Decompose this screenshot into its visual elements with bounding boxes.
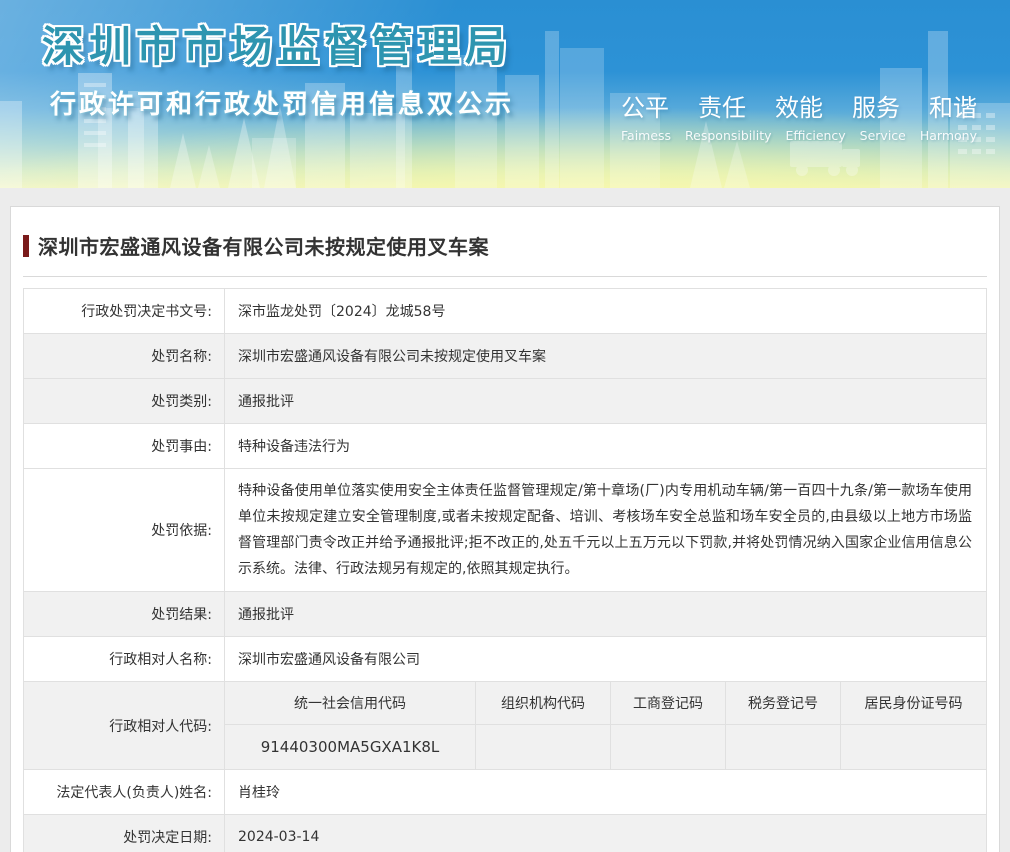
- table-row-party-codes: 行政相对人代码: 统一社会信用代码 91440300MA5GXA1K8L 组织机…: [24, 682, 986, 770]
- slogan-block: 公平 责任 效能 服务 和谐 Faimess Responsibility Ef…: [621, 88, 977, 143]
- field-value: 深圳市宏盛通风设备有限公司未按规定使用叉车案: [225, 334, 986, 378]
- site-subtitle: 行政许可和行政处罚信用信息双公示: [50, 84, 514, 121]
- slogan-word: 责任: [698, 88, 746, 123]
- table-row-penalty-basis: 处罚依据: 特种设备使用单位落实使用安全主体责任监督管理规定/第十章场(厂)内专…: [24, 469, 986, 592]
- table-row-decision-number: 行政处罚决定书文号: 深市监龙处罚〔2024〕龙城58号: [24, 289, 986, 334]
- code-header: 统一社会信用代码: [225, 682, 475, 725]
- table-row-penalty-reason: 处罚事由: 特种设备违法行为: [24, 424, 986, 469]
- code-value: 91440300MA5GXA1K8L: [225, 725, 475, 769]
- field-label: 行政相对人代码:: [24, 682, 225, 769]
- table-row-decision-date: 处罚决定日期: 2024-03-14: [24, 815, 986, 852]
- field-label: 处罚依据:: [24, 469, 225, 591]
- table-row-penalty-name: 处罚名称: 深圳市宏盛通风设备有限公司未按规定使用叉车案: [24, 334, 986, 379]
- site-banner: 深圳市市场监督管理局 行政许可和行政处罚信用信息双公示 公平 责任 效能 服务 …: [0, 0, 1010, 188]
- field-label: 处罚结果:: [24, 592, 225, 636]
- code-header: 税务登记号: [726, 682, 840, 725]
- field-value: 通报批评: [225, 592, 986, 636]
- table-row-legal-representative: 法定代表人(负责人)姓名: 肖桂玲: [24, 770, 986, 815]
- field-value: 特种设备违法行为: [225, 424, 986, 468]
- slogan-english: Faimess Responsibility Efficiency Servic…: [621, 128, 977, 143]
- slogan-word-en: Faimess: [621, 128, 671, 143]
- title-divider: [23, 276, 987, 277]
- code-header: 工商登记码: [611, 682, 725, 725]
- table-row-penalty-result: 处罚结果: 通报批评: [24, 592, 986, 637]
- field-value: 通报批评: [225, 379, 986, 423]
- code-column-org-code: 组织机构代码: [475, 682, 610, 769]
- title-marker-bar: [23, 235, 29, 257]
- code-value: [726, 725, 840, 769]
- code-value: [611, 725, 725, 769]
- field-value: 特种设备使用单位落实使用安全主体责任监督管理规定/第十章场(厂)内专用机动车辆/…: [225, 469, 986, 591]
- slogan-word: 公平: [621, 88, 669, 123]
- field-value: 深圳市宏盛通风设备有限公司: [225, 637, 986, 681]
- code-value: [476, 725, 610, 769]
- field-value: 深市监龙处罚〔2024〕龙城58号: [225, 289, 986, 333]
- table-row-penalty-category: 处罚类别: 通报批评: [24, 379, 986, 424]
- field-label: 处罚类别:: [24, 379, 225, 423]
- field-value: 肖桂玲: [225, 770, 986, 814]
- slogan-word: 效能: [775, 88, 823, 123]
- slogan-word-en: Responsibility: [685, 128, 771, 143]
- slogan-word-en: Service: [860, 128, 906, 143]
- slogan-word-en: Efficiency: [785, 128, 845, 143]
- table-row-party-name: 行政相对人名称: 深圳市宏盛通风设备有限公司: [24, 637, 986, 682]
- code-column-business-reg: 工商登记码: [610, 682, 725, 769]
- field-label: 处罚事由:: [24, 424, 225, 468]
- field-label: 处罚决定日期:: [24, 815, 225, 852]
- site-title: 深圳市市场监督管理局: [42, 13, 512, 74]
- page-title: 深圳市宏盛通风设备有限公司未按规定使用叉车案: [38, 231, 489, 260]
- field-label: 行政处罚决定书文号:: [24, 289, 225, 333]
- code-column-tax-reg: 税务登记号: [725, 682, 840, 769]
- penalty-info-table: 行政处罚决定书文号: 深市监龙处罚〔2024〕龙城58号 处罚名称: 深圳市宏盛…: [23, 288, 987, 852]
- codes-subtable: 统一社会信用代码 91440300MA5GXA1K8L 组织机构代码 工商登记码…: [225, 682, 986, 769]
- code-column-credit-code: 统一社会信用代码 91440300MA5GXA1K8L: [225, 682, 475, 769]
- slogan-chinese: 公平 责任 效能 服务 和谐: [621, 88, 977, 123]
- field-label: 法定代表人(负责人)姓名:: [24, 770, 225, 814]
- field-value: 2024-03-14: [225, 815, 986, 852]
- slogan-word: 服务: [852, 88, 900, 123]
- code-column-id-number: 居民身份证号码: [840, 682, 986, 769]
- slogan-word: 和谐: [929, 88, 977, 123]
- content-panel: 深圳市宏盛通风设备有限公司未按规定使用叉车案 行政处罚决定书文号: 深市监龙处罚…: [10, 206, 1000, 852]
- code-value: [841, 725, 986, 769]
- slogan-word-en: Harmony: [920, 128, 977, 143]
- field-label: 处罚名称:: [24, 334, 225, 378]
- case-title-row: 深圳市宏盛通风设备有限公司未按规定使用叉车案: [23, 231, 987, 260]
- field-label: 行政相对人名称:: [24, 637, 225, 681]
- code-header: 组织机构代码: [476, 682, 610, 725]
- code-header: 居民身份证号码: [841, 682, 986, 725]
